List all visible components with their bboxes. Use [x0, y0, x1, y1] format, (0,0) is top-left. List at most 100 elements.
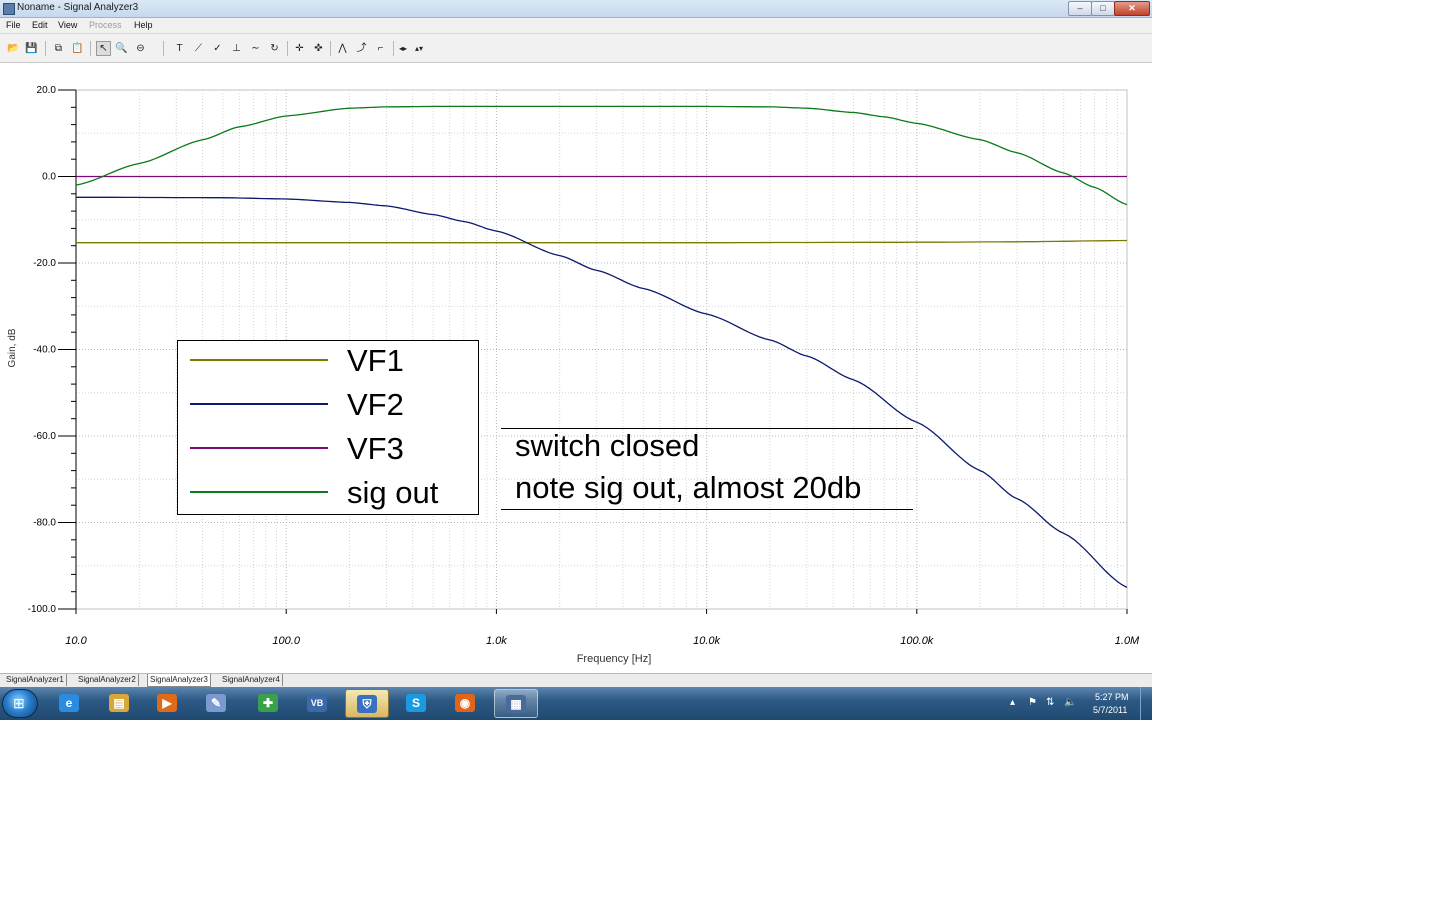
step-icon[interactable]: ⌐ [373, 41, 388, 56]
tab-signal-analyzer-2[interactable]: SignalAnalyzer2 [76, 674, 139, 686]
system-tray: ▴ ⚑ ⇅ 🔈 5:27 PM 5/7/2011 [1000, 687, 1152, 720]
close-button[interactable]: ✕ [1114, 1, 1150, 16]
curve-icon[interactable]: ∼ [248, 41, 263, 56]
maximize-button[interactable]: □ [1091, 1, 1115, 16]
taskbar-button-media-player[interactable]: ▶ [146, 689, 190, 718]
zoom-icon[interactable]: 🔍 [114, 41, 129, 56]
legend-entry-vf3: VF3 [190, 429, 470, 469]
draw-line-icon[interactable]: ⟋ [191, 41, 206, 56]
network-icon[interactable]: ⇅ [1046, 697, 1054, 708]
x-tick-label: 10.0k [693, 635, 720, 647]
taskbar-button-color-app[interactable]: ✚ [247, 689, 291, 718]
toolbar-separator [287, 41, 288, 56]
legend-swatch [190, 403, 328, 405]
paste-icon[interactable]: 📋 [70, 41, 85, 56]
tab-signal-analyzer-4[interactable]: SignalAnalyzer4 [220, 674, 283, 686]
bode-plot[interactable]: 20.0 0.0 -20.0 -40.0 -60.0 -80.0 -100.0 10.0 100… [0, 63, 1152, 673]
flag-icon[interactable]: ⚑ [1028, 697, 1037, 708]
x-axis-label: Frequency [Hz] [577, 653, 652, 665]
slope-icon[interactable]: ⤴ [354, 41, 369, 56]
taskbar-button-file-explorer[interactable]: ▤ [98, 689, 142, 718]
y-tick-label: -100.0 [28, 604, 57, 615]
menu-edit[interactable]: Edit [32, 20, 48, 30]
axis-icon[interactable]: ⊥ [229, 41, 244, 56]
plot-area[interactable]: 20.0 0.0 -20.0 -40.0 -60.0 -80.0 -100.0 10.0 100… [0, 63, 1152, 673]
start-button[interactable]: ⊞ [2, 689, 38, 718]
annotation-line-2: note sig out, almost 20db [515, 470, 862, 505]
annotation-rule-bottom [501, 509, 913, 510]
volume-icon[interactable]: 🔈 [1064, 697, 1076, 708]
annotation-line-1: switch closed [515, 428, 700, 463]
x-tick-label: 100.0 [272, 635, 300, 647]
show-desktop-button[interactable] [1140, 687, 1152, 720]
y-tick-label: -40.0 [33, 345, 56, 356]
legend-swatch [190, 447, 328, 449]
marker-icon[interactable]: ✓ [210, 41, 225, 56]
legend-label: VF2 [347, 387, 404, 422]
signal-analyzer-app-icon: ▦ [506, 695, 526, 713]
x-tick-label: 1.0M [1115, 635, 1140, 647]
series-line-vf1 [76, 239, 1128, 244]
peak-icon[interactable]: ⋀ [335, 41, 350, 56]
legend-entry-vf1: VF1 [190, 341, 470, 381]
taskbar-button-firefox[interactable]: ◉ [444, 689, 488, 718]
toolbar-separator [393, 41, 394, 56]
toolbar-separator [163, 41, 164, 56]
app-icon[interactable] [3, 3, 15, 15]
title-bar[interactable]: Noname - Signal Analyzer3 – □ ✕ [0, 0, 1152, 18]
sheet-tabs: SignalAnalyzer1 SignalAnalyzer2 SignalAn… [0, 673, 1152, 688]
toolbar-separator [90, 41, 91, 56]
media-player-icon: ▶ [157, 694, 177, 712]
taskbar-button-vb-app[interactable]: VB [296, 689, 340, 718]
annotation-note[interactable]: switch closed note sig out, almost 20db [501, 428, 913, 510]
taskbar-button-security-shield[interactable]: ⛨ [345, 689, 389, 718]
taskbar-button-internet-explorer[interactable]: e [48, 689, 92, 718]
color-app-icon: ✚ [258, 694, 278, 712]
y-tick-label: -80.0 [33, 518, 56, 529]
clock-time[interactable]: 5:27 PM [1095, 692, 1129, 702]
internet-explorer-icon: e [59, 694, 79, 712]
toolbar-separator [45, 41, 46, 56]
cursor-b-icon[interactable]: ✜ [311, 41, 326, 56]
file-explorer-icon: ▤ [109, 694, 129, 712]
legend-entry-sig-out: sig out [190, 473, 470, 513]
menu-file[interactable]: File [6, 20, 21, 30]
pointer-icon[interactable]: ↖ [96, 41, 111, 56]
menu-view[interactable]: View [58, 20, 77, 30]
taskbar-button-signal-analyzer-app[interactable]: ▦ [494, 689, 538, 718]
clock-date[interactable]: 5/7/2011 [1093, 705, 1127, 715]
legend-swatch [190, 359, 328, 361]
chart-legend[interactable]: VF1 VF2 VF3 sig out [177, 340, 479, 515]
menu-bar: File Edit View Process Help [0, 18, 1152, 34]
windows-logo-icon: ⊞ [13, 695, 25, 711]
signal-analyzer-window: Noname - Signal Analyzer3 – □ ✕ File Edi… [0, 0, 1152, 720]
y-axis-label: Gain, dB [7, 328, 18, 367]
cursor-a-icon[interactable]: ✛ [292, 41, 307, 56]
show-hidden-icons-icon[interactable]: ▴ [1010, 697, 1015, 708]
vb-app-icon: VB [307, 694, 327, 712]
minimize-button[interactable]: – [1068, 1, 1092, 16]
arrow-left-right-icon[interactable]: ◂▸ [396, 41, 410, 56]
firefox-icon: ◉ [455, 694, 475, 712]
taskbar-button-skype[interactable]: S [395, 689, 439, 718]
menu-process[interactable]: Process [89, 20, 122, 30]
arrow-up-down-icon[interactable]: ▴▾ [412, 41, 426, 56]
legend-label: VF3 [347, 431, 404, 466]
refresh-icon[interactable]: ↻ [267, 41, 282, 56]
open-icon[interactable]: 📂 [6, 41, 21, 56]
menu-help[interactable]: Help [134, 20, 153, 30]
window-title: Noname - Signal Analyzer3 [17, 2, 139, 13]
tab-signal-analyzer-1[interactable]: SignalAnalyzer1 [4, 674, 67, 686]
x-tick-label: 100.0k [900, 635, 934, 647]
legend-label: VF1 [347, 343, 404, 378]
zoom-out-icon[interactable]: ⊖ [133, 41, 148, 56]
legend-swatch [190, 491, 328, 493]
windows-taskbar: ⊞ e ▤ ▶ ✎ ✚ VB ⛨ S ◉ ▦ ▴ ⚑ ⇅ 🔈 5:27 PM 5/7/2011 [0, 687, 1152, 720]
x-tick-label: 10.0 [65, 635, 87, 647]
skype-icon: S [406, 694, 426, 712]
save-icon[interactable]: 💾 [24, 41, 39, 56]
tab-signal-analyzer-3[interactable]: SignalAnalyzer3 [147, 674, 211, 687]
copy-icon[interactable]: ⧉ [51, 41, 66, 56]
text-icon[interactable]: T [172, 41, 187, 56]
taskbar-button-paint[interactable]: ✎ [195, 689, 239, 718]
